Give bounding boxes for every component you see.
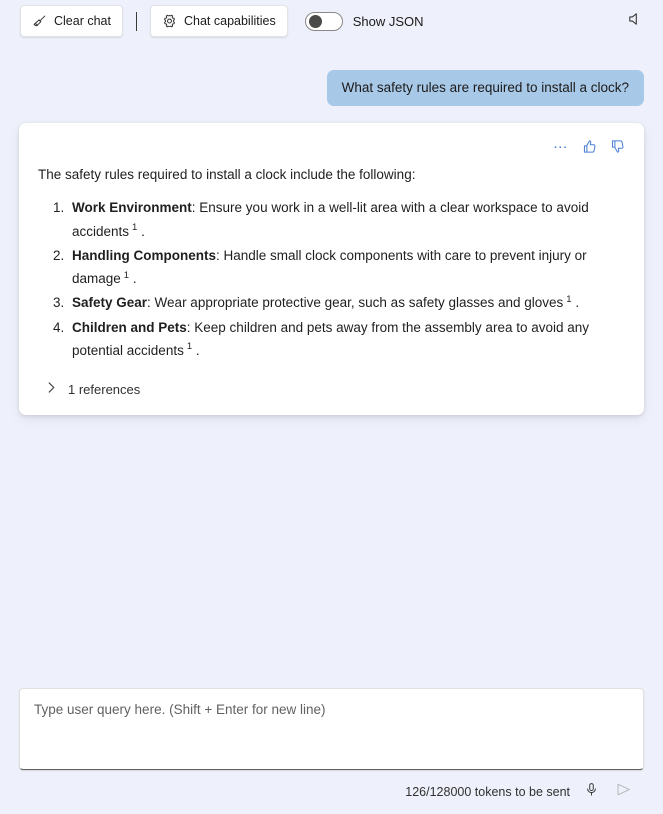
list-item-title: Safety Gear <box>72 295 148 311</box>
assistant-actions: … <box>38 135 625 157</box>
citation-marker[interactable]: 1 <box>187 341 192 352</box>
assistant-intro-text: The safety rules required to install a c… <box>38 167 416 183</box>
thumbs-up-icon[interactable] <box>582 139 597 154</box>
microphone-button[interactable] <box>580 781 602 803</box>
gear-icon <box>162 14 177 29</box>
send-icon <box>615 781 632 803</box>
chat-transcript: What safety rules are required to instal… <box>0 42 663 684</box>
chevron-right-icon <box>46 381 57 397</box>
list-item: Handling Components: Handle small clock … <box>68 244 625 290</box>
user-message-bubble: What safety rules are required to instal… <box>326 70 644 107</box>
speaker-icon <box>627 11 643 32</box>
toggle-knob <box>308 14 322 28</box>
send-button[interactable] <box>612 781 634 803</box>
citation-marker[interactable]: 1 <box>132 222 137 233</box>
microphone-icon <box>584 782 599 802</box>
clear-chat-label: Clear chat <box>54 14 111 28</box>
user-message-row: What safety rules are required to instal… <box>19 70 644 107</box>
show-json-toggle[interactable] <box>304 11 343 31</box>
toolbar-divider <box>135 11 137 31</box>
list-item-title: Children and Pets <box>72 319 187 335</box>
show-json-label: Show JSON <box>352 13 424 29</box>
list-item: Children and Pets: Keep children and pet… <box>68 316 625 362</box>
list-item: Work Environment: Ensure you work in a w… <box>68 196 625 242</box>
list-item-title: Handling Components <box>72 247 216 263</box>
references-label: 1 references <box>68 381 141 397</box>
list-item-tail: . <box>141 223 145 239</box>
thumbs-down-icon[interactable] <box>610 139 625 154</box>
query-input[interactable]: Type user query here. (Shift + Enter for… <box>19 688 644 770</box>
token-counter: 126/128000 tokens to be sent <box>405 785 570 799</box>
composer: Type user query here. (Shift + Enter for… <box>0 688 663 814</box>
references-toggle[interactable]: 1 references <box>38 381 625 397</box>
list-item: Safety Gear: Wear appropriate protective… <box>68 291 625 314</box>
query-input-placeholder: Type user query here. (Shift + Enter for… <box>34 702 326 717</box>
top-toolbar: Clear chat Chat capabilities Show JSON <box>0 0 663 42</box>
list-item-title: Work Environment <box>72 200 192 216</box>
clear-chat-button[interactable]: Clear chat <box>20 5 123 37</box>
citation-marker[interactable]: 1 <box>566 294 571 305</box>
list-item-tail: . <box>575 295 580 311</box>
chat-capabilities-button[interactable]: Chat capabilities <box>149 5 288 37</box>
list-item-tail: . <box>195 342 200 358</box>
list-item-tail: . <box>132 271 137 287</box>
citation-marker[interactable]: 1 <box>124 270 129 281</box>
assistant-answer-list: Work Environment: Ensure you work in a w… <box>38 196 625 362</box>
assistant-message-card: … The safety rules required to install a… <box>19 123 644 415</box>
ellipsis-icon[interactable]: … <box>553 136 569 154</box>
composer-status-bar: 126/128000 tokens to be sent <box>19 770 644 814</box>
show-json-toggle-group: Show JSON <box>304 11 424 31</box>
chat-capabilities-label: Chat capabilities <box>183 14 276 28</box>
speaker-button[interactable] <box>621 7 649 35</box>
list-item-text: : Wear appropriate protective gear, such… <box>147 295 564 311</box>
broom-icon <box>32 14 47 29</box>
